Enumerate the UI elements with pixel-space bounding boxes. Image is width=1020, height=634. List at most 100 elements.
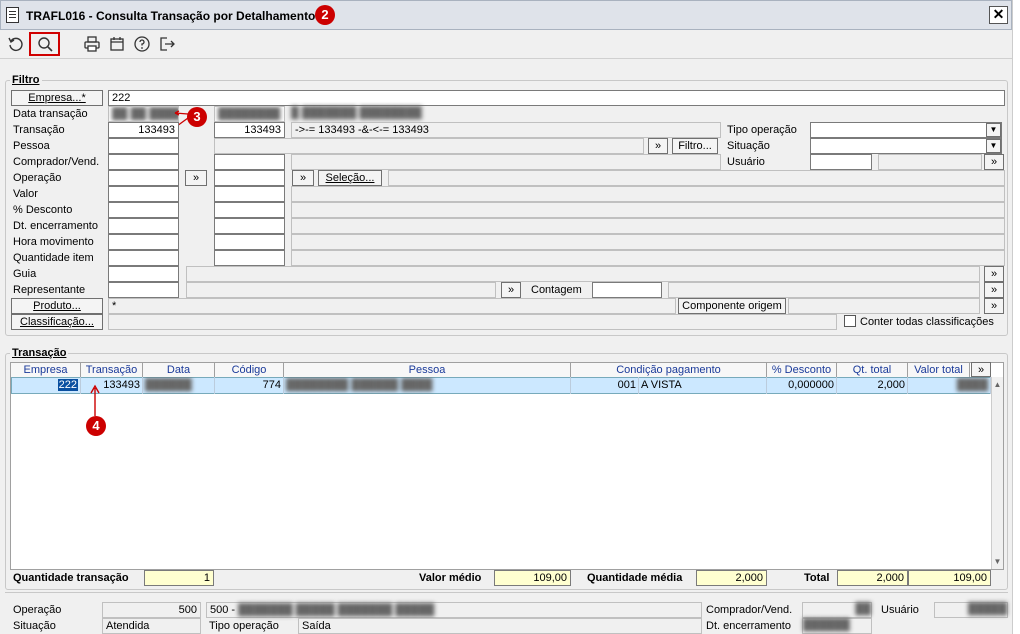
valor-to[interactable] [214,186,285,202]
window-title: TRAFL016 - Consulta Transação por Detalh… [26,9,316,23]
qtd-media-label: Quantidade média [587,572,683,584]
footer-dt-enc-label: Dt. encerramento [706,620,791,632]
col-codigo[interactable]: Código [215,363,284,378]
label-pessoa: Pessoa [13,140,50,152]
componente-desc [788,298,980,314]
grid-scrollbar[interactable] [991,377,1003,569]
annotation-badge-4: 4 [86,416,106,436]
label-hora-movimento: Hora movimento [13,236,94,248]
col-transacao[interactable]: Transação [81,363,143,378]
col-qt-total[interactable]: Qt. total [837,363,908,378]
side-strip [1012,0,1020,634]
transacao-to-input[interactable]: 133493 [214,122,285,138]
search-icon[interactable] [29,32,60,56]
guia-desc [186,266,980,282]
col-desconto[interactable]: % Desconto [767,363,837,378]
hora-movimento-to[interactable] [214,234,285,250]
label-transacao: Transação [13,124,65,136]
desconto-from[interactable] [108,202,179,218]
close-button[interactable]: ✕ [989,6,1008,24]
valor-from[interactable] [108,186,179,202]
comprador-from[interactable] [108,154,179,170]
cell-empresa[interactable]: 222 [11,377,81,394]
contagem-input[interactable] [592,282,662,298]
label-tipo-operacao: Tipo operação [727,124,797,136]
guia-input[interactable] [108,266,179,282]
scroll-down-icon[interactable]: ▼ [992,555,1003,569]
footer-dt-enc-value: ██████ [802,618,872,634]
pessoa-more-button[interactable]: » [648,138,668,154]
cell-qt-total[interactable]: 2,000 [837,377,908,394]
chevron-down-icon[interactable]: ▼ [986,139,1001,153]
col-empresa[interactable]: Empresa [11,363,81,378]
label-usuario: Usuário [727,156,765,168]
col-data[interactable]: Data [143,363,215,378]
hora-movimento-from[interactable] [108,234,179,250]
componente-origem-button[interactable]: Componente origem [678,298,786,314]
classificacao-button[interactable]: Classificação... [11,314,103,330]
print-icon[interactable] [81,33,103,55]
quantidade-item-from[interactable] [108,250,179,266]
cell-pessoa[interactable]: ████████ ██████ ████ [284,377,571,394]
footer-situacao-label: Situação [13,620,56,632]
data-transacao-to[interactable]: ████████ [214,106,285,122]
total-label: Total [804,572,830,584]
cell-codigo[interactable]: 774 [215,377,284,394]
representante-input[interactable] [108,282,179,298]
desconto-to[interactable] [214,202,285,218]
grid-more-button[interactable]: » [971,362,991,377]
empresa-input[interactable]: 222 [108,90,1005,106]
representante-more-button[interactable]: » [501,282,521,298]
quantidade-item-to[interactable] [214,250,285,266]
componente-more-button[interactable]: » [984,298,1004,314]
data-transacao-from[interactable]: ██ ██ ████ [108,106,179,122]
transacao-from-input[interactable]: 133493 [108,122,179,138]
exit-icon[interactable] [156,33,178,55]
contagem-more-button[interactable]: » [984,282,1004,298]
cell-data[interactable]: ██████ [143,377,215,394]
usuario-more-button[interactable]: » [984,154,1004,170]
calendar-icon[interactable] [106,33,128,55]
operacao-from[interactable] [108,170,179,186]
col-valor-total[interactable]: Valor total [908,363,970,378]
cell-valor-total[interactable]: ████ [908,377,991,394]
label-situacao: Situação [727,140,770,152]
selecao-button[interactable]: Seleção... [318,170,382,186]
valor-medio-value: 109,00 [494,570,571,586]
cell-cond-desc[interactable]: A VISTA [639,377,767,394]
pessoa-input[interactable] [108,138,179,154]
cell-desconto[interactable]: 0,000000 [767,377,837,394]
dt-encerramento-from[interactable] [108,218,179,234]
help-icon[interactable] [131,33,153,55]
col-pessoa[interactable]: Pessoa [284,363,571,378]
representante-desc [186,282,496,298]
empresa-button[interactable]: Empresa...* [11,90,103,106]
comprador-to[interactable] [214,154,285,170]
filtro-legend: Filtro [10,74,42,86]
situacao-select[interactable] [810,138,1002,154]
cell-cond-code[interactable]: 001 [571,377,639,394]
scroll-up-icon[interactable]: ▲ [992,378,1003,392]
label-dt-encerramento: Dt. encerramento [13,220,98,232]
label-operacao: Operação [13,172,62,184]
conter-checkbox[interactable] [844,315,856,327]
label-data-transacao: Data transação [13,108,88,120]
operacao-to[interactable] [214,170,285,186]
refresh-icon[interactable] [5,33,27,55]
col-condicao-pagamento[interactable]: Condição pagamento [571,363,767,378]
guia-more-button[interactable]: » [984,266,1004,282]
qtd-transacao-value: 1 [144,570,214,586]
annotation-badge-2: 2 [315,5,335,25]
transacao-expression: ->-= 133493 -&-<-= 133493 [291,122,721,138]
chevron-down-icon[interactable]: ▼ [986,123,1001,137]
label-valor: Valor [13,188,38,200]
quantidade-item-desc [291,250,1005,266]
filtro-button[interactable]: Filtro... [672,138,718,154]
tipo-operacao-select[interactable] [810,122,1002,138]
operacao-more-button[interactable]: » [185,170,207,186]
transacao-legend: Transação [10,347,69,359]
usuario-input[interactable] [810,154,872,170]
dt-encerramento-to[interactable] [214,218,285,234]
produto-button[interactable]: Produto... [11,298,103,314]
selecao-more-button[interactable]: » [292,170,314,186]
